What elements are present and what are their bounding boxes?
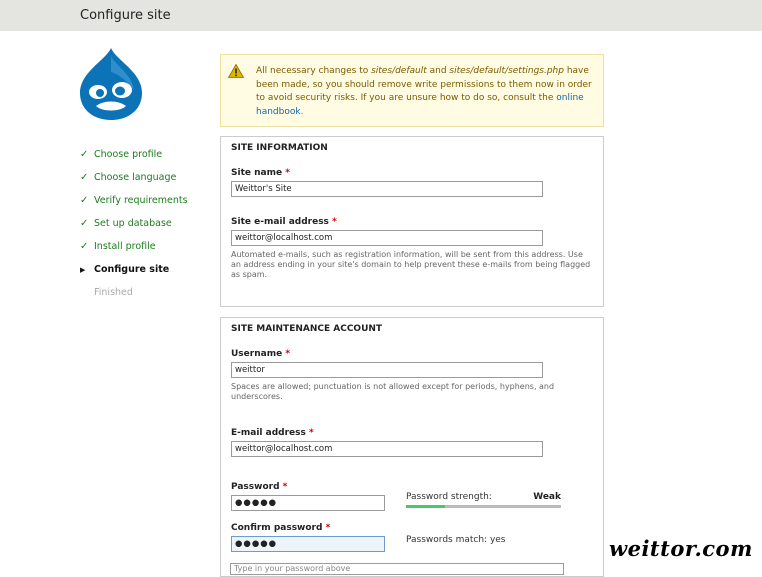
account-email-field: E-mail address * weittor@localhost.com <box>231 428 543 457</box>
fieldset-legend: SITE MAINTENANCE ACCOUNT <box>231 324 383 334</box>
password-match-status: Passwords match: yes <box>406 535 506 545</box>
confirm-password-label: Confirm password <box>231 523 323 533</box>
check-icon: ✓ <box>80 218 89 229</box>
check-icon: ✓ <box>80 172 89 183</box>
warning-triangle-icon <box>228 64 244 78</box>
step-verify-requirements: ✓ Verify requirements <box>80 189 188 212</box>
required-marker: * <box>325 523 331 533</box>
step-label: Configure site <box>94 264 170 275</box>
drupal-logo <box>80 48 142 120</box>
header-bar: Configure site <box>0 0 762 31</box>
step-label: Choose profile <box>94 149 163 160</box>
step-choose-language: ✓ Choose language <box>80 166 188 189</box>
account-email-label: E-mail address <box>231 428 306 438</box>
password-strength-bar <box>406 505 561 508</box>
required-marker: * <box>309 428 314 438</box>
required-marker: * <box>282 482 288 492</box>
warning-message: All necessary changes to sites/default a… <box>220 54 604 127</box>
password-label: Password <box>231 482 280 492</box>
site-name-label: Site name <box>231 168 283 178</box>
page-title: Configure site <box>80 8 171 23</box>
password-suggestions-box: Type in your password above <box>230 563 564 575</box>
username-input[interactable]: weittor <box>231 362 543 378</box>
confirm-password-input[interactable]: ●●●●● <box>231 536 385 552</box>
required-marker: * <box>332 217 337 227</box>
account-email-input[interactable]: weittor@localhost.com <box>231 441 543 457</box>
site-name-input[interactable]: Weittor's Site <box>231 181 543 197</box>
username-description: Spaces are allowed; punctuation is not a… <box>231 382 555 401</box>
username-field: Username * weittor Spaces are allowed; p… <box>231 349 595 402</box>
password-strength-fill <box>406 505 445 508</box>
site-email-input[interactable]: weittor@localhost.com <box>231 230 543 246</box>
step-label: Finished <box>94 287 133 298</box>
fieldset-legend: SITE INFORMATION <box>231 143 328 153</box>
required-marker: * <box>285 349 291 359</box>
password-strength-value: Weak <box>533 492 561 502</box>
site-name-field: Site name * Weittor's Site <box>231 168 543 197</box>
step-label: Verify requirements <box>94 195 188 206</box>
username-label: Username <box>231 349 283 359</box>
watermark-text: weittor.com <box>609 536 753 561</box>
required-marker: * <box>285 168 290 178</box>
check-icon: ✓ <box>80 241 89 252</box>
arrow-right-icon: ▶ <box>80 265 86 274</box>
check-icon: ✓ <box>80 149 89 160</box>
install-steps: ✓ Choose profile ✓ Choose language ✓ Verify… <box>80 143 188 304</box>
password-strength-meter: Password strength: Weak <box>406 492 561 508</box>
step-finished: Finished <box>80 281 188 304</box>
step-set-up-database: ✓ Set up database <box>80 212 188 235</box>
step-install-profile: ✓ Install profile <box>80 235 188 258</box>
step-configure-site: ▶ Configure site <box>80 258 188 281</box>
step-label: Choose language <box>94 172 177 183</box>
site-information-fieldset: SITE INFORMATION Site name * Weittor's S… <box>220 136 604 307</box>
step-label: Set up database <box>94 218 172 229</box>
password-strength-label: Password strength: <box>406 492 492 502</box>
confirm-password-field: Confirm password * ●●●●● <box>231 523 385 552</box>
step-label: Install profile <box>94 241 156 252</box>
password-input[interactable]: ●●●●● <box>231 495 385 511</box>
site-email-field: Site e-mail address * weittor@localhost.… <box>231 217 595 280</box>
password-field: Password * ●●●●● <box>231 482 385 511</box>
site-email-label: Site e-mail address <box>231 217 329 227</box>
warning-text: All necessary changes to sites/default a… <box>256 66 592 117</box>
site-email-description: Automated e-mails, such as registration … <box>231 250 591 279</box>
step-choose-profile: ✓ Choose profile <box>80 143 188 166</box>
check-icon: ✓ <box>80 195 89 206</box>
